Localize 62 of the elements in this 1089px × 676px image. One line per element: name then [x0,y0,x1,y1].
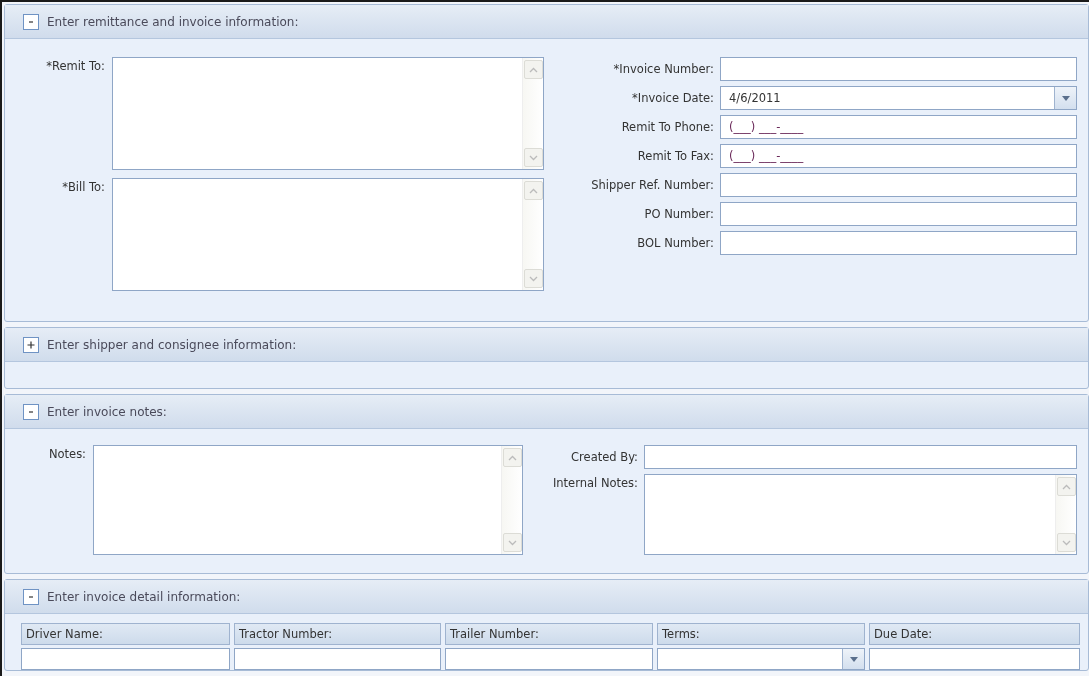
dropdown-button[interactable] [1054,87,1076,109]
field-label: *Bill To: [61,179,105,194]
section-title: Enter invoice detail information: [47,589,241,604]
text-field[interactable] [644,445,1077,469]
text-area[interactable] [112,178,544,291]
chevron-up-icon [507,454,517,461]
text-field[interactable] [720,231,1077,255]
text-area[interactable] [112,57,544,170]
field-label: *Remit To: [45,58,105,73]
chevron-down-icon [1061,539,1071,546]
date-value: 4/6/2011 [729,91,781,105]
scrollbar[interactable] [501,446,522,554]
section-title: Enter invoice notes: [47,404,167,419]
field-label: *Invoice Date: [631,91,714,105]
scrollbar[interactable] [522,179,543,290]
collapse-button[interactable] [23,588,39,605]
text-field[interactable] [445,648,653,670]
phone-field[interactable]: (___) ___-____ [720,144,1077,168]
chevron-down-icon [528,275,538,282]
phone-field[interactable]: (___) ___-____ [720,115,1077,139]
dropdown-button[interactable] [842,649,864,669]
field-label: BOL Number: [636,236,714,250]
text-area[interactable] [93,445,523,555]
chevron-down-icon [528,154,538,161]
field-label: Remit To Phone: [620,120,714,134]
field-label: PO Number: [643,207,714,221]
section-title: Enter remittance and invoice information: [47,14,299,29]
scrollbar[interactable] [522,58,543,169]
collapse-button[interactable] [23,13,39,30]
dropdown-field[interactable] [657,648,865,670]
text-area[interactable] [644,474,1077,555]
field-label: Shipper Ref. Number: [590,178,714,192]
field-label: Internal Notes: [551,475,638,490]
field-label: Remit To Fax: [636,149,714,163]
text-field[interactable] [234,648,441,670]
column-header: Tractor Number: [234,623,441,645]
phone-mask: (___) ___-____ [729,120,804,134]
chevron-up-icon [1061,483,1071,490]
column-header: Due Date: [869,623,1080,645]
text-field[interactable] [720,57,1077,81]
plus-icon [27,340,35,349]
expand-button[interactable] [23,336,39,353]
field-label: Notes: [47,446,86,461]
phone-mask: (___) ___-____ [729,149,804,163]
scrollbar[interactable] [1055,475,1076,554]
chevron-down-icon [507,539,517,546]
text-field[interactable] [720,202,1077,226]
text-field[interactable] [869,648,1080,670]
field-label: *Invoice Number: [612,62,714,76]
column-header: Terms: [657,623,865,645]
date-field[interactable]: 4/6/2011 [720,86,1077,110]
chevron-up-icon [528,66,538,73]
section-title: Enter shipper and consignee information: [47,337,297,352]
column-header: Driver Name: [21,623,230,645]
column-header: Trailer Number: [445,623,653,645]
caret-icon [1061,95,1070,101]
collapse-button[interactable] [23,403,39,420]
text-field[interactable] [720,173,1077,197]
caret-icon [849,656,858,662]
chevron-up-icon [528,187,538,194]
text-field[interactable] [21,648,230,670]
field-label: Created By: [570,450,638,464]
